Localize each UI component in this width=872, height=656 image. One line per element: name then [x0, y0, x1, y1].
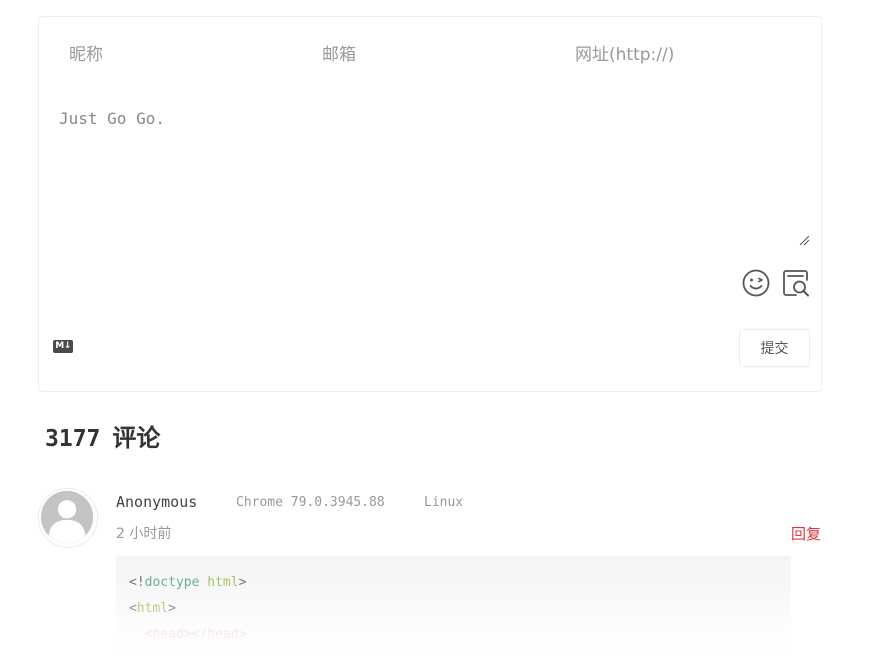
comment-count: 3177 [45, 426, 101, 452]
default-avatar-icon [40, 490, 94, 544]
reply-button[interactable]: 回复 [791, 523, 821, 544]
code-line: <!doctype html> [129, 575, 247, 590]
code-block: <!doctype html> <html> <head></head> [116, 556, 791, 656]
website-input[interactable] [575, 43, 795, 67]
collapse-fade [116, 590, 791, 656]
comment-form: M↓ 提交 [38, 16, 822, 392]
code-line: <head></head> [129, 627, 247, 642]
browser-badge: Chrome 79.0.3945.88 [236, 495, 385, 510]
markdown-icon[interactable]: M↓ [53, 340, 73, 353]
comment-author: Anonymous [116, 493, 198, 511]
nickname-input[interactable] [69, 43, 289, 67]
os-badge: Linux [424, 495, 464, 510]
emoji-icon[interactable] [741, 268, 771, 298]
avatar [38, 488, 98, 548]
comment-count-label: 评论 [112, 424, 161, 452]
comment-count-heading: 3177 评论 [45, 418, 160, 453]
resize-handle-icon[interactable] [798, 234, 810, 246]
comment-time: 2 小时前 [116, 526, 172, 542]
submit-button[interactable]: 提交 [739, 329, 810, 367]
preview-icon[interactable] [781, 268, 811, 298]
comment-editor[interactable] [59, 109, 811, 245]
email-input[interactable] [322, 43, 542, 67]
code-line: <html> [129, 601, 176, 616]
